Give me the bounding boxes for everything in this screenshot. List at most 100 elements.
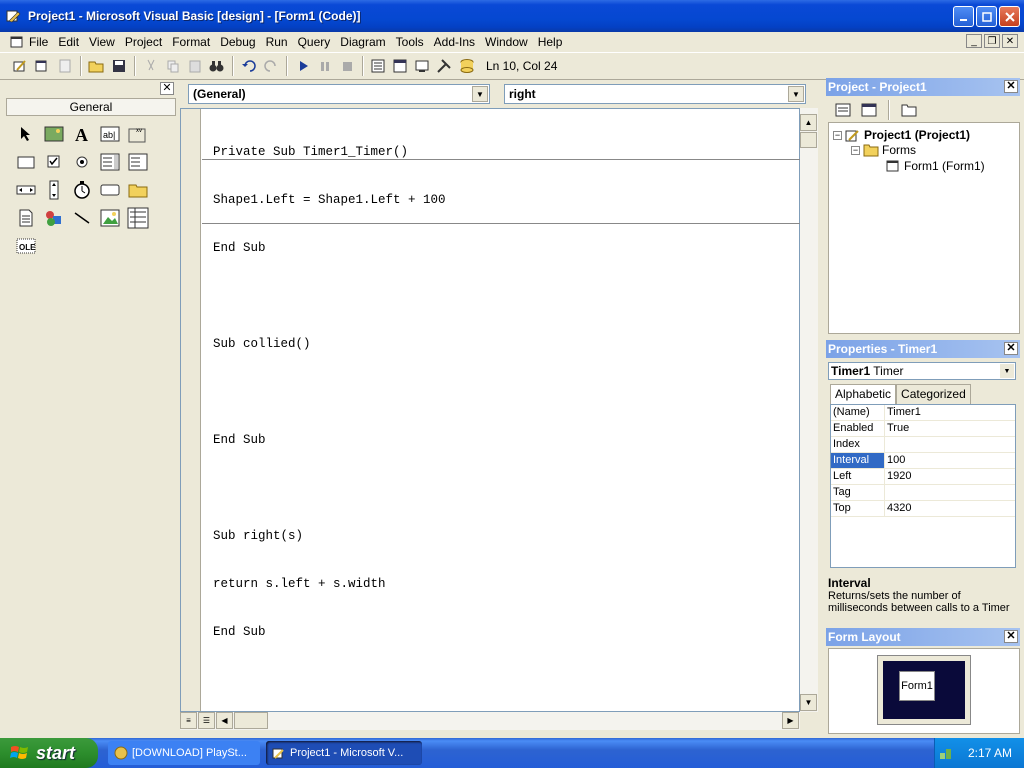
taskbar-item-vb[interactable]: Project1 - Microsoft V... bbox=[266, 741, 422, 765]
property-row[interactable]: Left 1920 bbox=[831, 469, 1015, 485]
property-value[interactable] bbox=[885, 437, 1015, 452]
toolbox-button[interactable] bbox=[456, 55, 478, 77]
collapse-icon[interactable]: − bbox=[851, 145, 860, 155]
add-project-button[interactable] bbox=[10, 55, 32, 77]
optionbutton-tool[interactable] bbox=[68, 148, 96, 176]
toolbox-general-tab[interactable]: General bbox=[6, 98, 176, 116]
find-button[interactable] bbox=[206, 55, 228, 77]
taskbar-item-download[interactable]: [DOWNLOAD] PlaySt... bbox=[108, 741, 260, 765]
open-project-button[interactable] bbox=[86, 55, 108, 77]
property-value[interactable]: 1920 bbox=[885, 469, 1015, 484]
property-value[interactable]: Timer1 bbox=[885, 405, 1015, 420]
toolbox-close-button[interactable]: ✕ bbox=[160, 82, 174, 95]
vscrollbar-tool[interactable] bbox=[40, 176, 68, 204]
save-project-button[interactable] bbox=[108, 55, 130, 77]
copy-button[interactable] bbox=[162, 55, 184, 77]
menu-addins[interactable]: Add-Ins bbox=[429, 35, 480, 49]
form-layout-close-button[interactable]: ✕ bbox=[1004, 630, 1018, 643]
ole-tool[interactable]: OLE bbox=[12, 232, 40, 260]
object-browser-button[interactable] bbox=[434, 55, 456, 77]
property-row[interactable]: Index bbox=[831, 437, 1015, 453]
label-tool[interactable]: A bbox=[68, 120, 96, 148]
menu-help[interactable]: Help bbox=[533, 35, 568, 49]
menu-editor-button[interactable] bbox=[54, 55, 76, 77]
property-row[interactable]: Enabled True bbox=[831, 421, 1015, 437]
line-tool[interactable] bbox=[68, 204, 96, 232]
menu-tools[interactable]: Tools bbox=[391, 35, 429, 49]
chevron-down-icon[interactable]: ▼ bbox=[1000, 364, 1014, 378]
scroll-down-button[interactable]: ▼ bbox=[800, 694, 817, 711]
shape-tool[interactable] bbox=[40, 204, 68, 232]
menu-edit[interactable]: Edit bbox=[53, 35, 84, 49]
hscrollbar-tool[interactable] bbox=[12, 176, 40, 204]
mdi-minimize-button[interactable]: _ bbox=[966, 34, 982, 48]
project-panel-close-button[interactable]: ✕ bbox=[1004, 80, 1018, 93]
form-layout-form1[interactable]: Form1 bbox=[899, 671, 935, 701]
toggle-folders-button[interactable] bbox=[898, 99, 920, 121]
chevron-down-icon[interactable]: ▼ bbox=[472, 86, 488, 102]
maximize-button[interactable] bbox=[976, 6, 997, 27]
property-value[interactable] bbox=[885, 485, 1015, 500]
tree-node-project[interactable]: − Project1 (Project1) bbox=[833, 127, 970, 143]
textbox-tool[interactable]: ab| bbox=[96, 120, 124, 148]
full-module-view-button[interactable]: ☰ bbox=[198, 712, 215, 729]
break-button[interactable] bbox=[314, 55, 336, 77]
view-code-button[interactable] bbox=[832, 99, 854, 121]
menu-file[interactable]: File bbox=[24, 35, 53, 49]
filelistbox-tool[interactable] bbox=[12, 204, 40, 232]
picturebox-tool[interactable] bbox=[40, 120, 68, 148]
dirlistbox-tool[interactable] bbox=[124, 176, 152, 204]
tab-alphabetic[interactable]: Alphabetic bbox=[830, 384, 897, 404]
property-row-selected[interactable]: Interval 100 bbox=[831, 453, 1015, 469]
menu-diagram[interactable]: Diagram bbox=[335, 35, 390, 49]
menu-window[interactable]: Window bbox=[480, 35, 533, 49]
property-row[interactable]: (Name) Timer1 bbox=[831, 405, 1015, 421]
property-value[interactable]: True bbox=[885, 421, 1015, 436]
scroll-left-button[interactable]: ◀ bbox=[216, 712, 233, 729]
tab-categorized[interactable]: Categorized bbox=[896, 384, 971, 404]
project-explorer-button[interactable] bbox=[368, 55, 390, 77]
properties-window-button[interactable] bbox=[390, 55, 412, 77]
menu-query[interactable]: Query bbox=[293, 35, 336, 49]
property-value[interactable]: 4320 bbox=[885, 501, 1015, 516]
combobox-tool[interactable] bbox=[96, 148, 124, 176]
drivelistbox-tool[interactable] bbox=[96, 176, 124, 204]
data-tool[interactable] bbox=[124, 204, 152, 232]
cut-button[interactable] bbox=[140, 55, 162, 77]
properties-panel-close-button[interactable]: ✕ bbox=[1004, 342, 1018, 355]
menu-run[interactable]: Run bbox=[261, 35, 293, 49]
menu-project[interactable]: Project bbox=[120, 35, 167, 49]
collapse-icon[interactable]: − bbox=[833, 130, 842, 140]
procedure-view-button[interactable]: ≡ bbox=[180, 712, 197, 729]
start-button[interactable] bbox=[292, 55, 314, 77]
image-tool[interactable] bbox=[96, 204, 124, 232]
redo-button[interactable] bbox=[260, 55, 282, 77]
checkbox-tool[interactable] bbox=[40, 148, 68, 176]
close-button[interactable] bbox=[999, 6, 1020, 27]
scroll-right-button[interactable]: ▶ bbox=[782, 712, 799, 729]
property-row[interactable]: Tag bbox=[831, 485, 1015, 501]
minimize-button[interactable] bbox=[953, 6, 974, 27]
listbox-tool[interactable] bbox=[124, 148, 152, 176]
mdi-restore-button[interactable]: ❐ bbox=[984, 34, 1000, 48]
vertical-scrollbar[interactable]: ▲ ▼ bbox=[800, 108, 818, 712]
code-editor[interactable]: Private Sub Timer1_Timer() Shape1.Left =… bbox=[180, 108, 800, 712]
menu-view[interactable]: View bbox=[84, 35, 120, 49]
mdi-close-button[interactable]: ✕ bbox=[1002, 34, 1018, 48]
object-combo[interactable]: (General) ▼ bbox=[188, 84, 490, 104]
paste-button[interactable] bbox=[184, 55, 206, 77]
form-layout-button[interactable] bbox=[412, 55, 434, 77]
code-window-icon[interactable] bbox=[10, 35, 24, 49]
menu-format[interactable]: Format bbox=[167, 35, 215, 49]
chevron-down-icon[interactable]: ▼ bbox=[788, 86, 804, 102]
menu-debug[interactable]: Debug bbox=[215, 35, 260, 49]
scroll-thumb[interactable] bbox=[800, 132, 817, 148]
tray-clock[interactable]: 2:17 AM bbox=[968, 746, 1012, 760]
commandbutton-tool[interactable] bbox=[12, 148, 40, 176]
scroll-up-button[interactable]: ▲ bbox=[800, 114, 817, 131]
end-button[interactable] bbox=[336, 55, 358, 77]
pointer-tool[interactable] bbox=[12, 120, 40, 148]
tray-network-icon[interactable] bbox=[938, 745, 954, 761]
horizontal-scrollbar[interactable]: ≡ ☰ ◀ ▶ bbox=[180, 712, 800, 730]
property-value[interactable]: 100 bbox=[885, 453, 1015, 468]
